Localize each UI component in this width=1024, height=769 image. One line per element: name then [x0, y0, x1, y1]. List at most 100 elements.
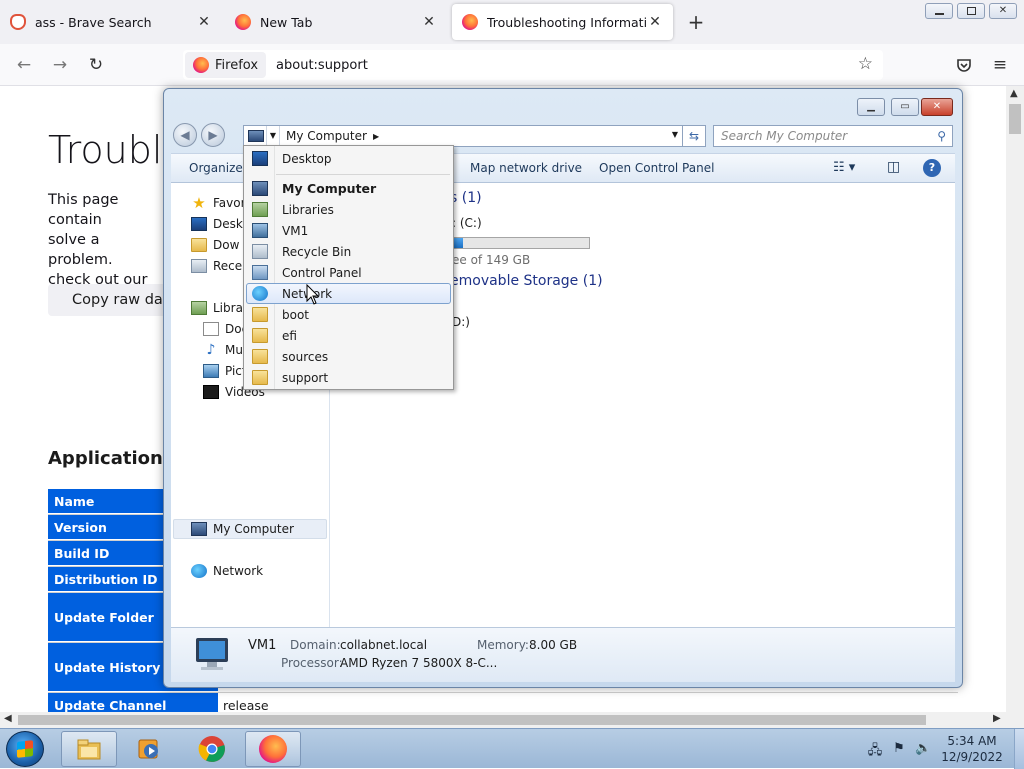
documents-icon: [203, 322, 219, 336]
taskbar-file-explorer[interactable]: [61, 731, 117, 767]
drive-c-label[interactable]: : (C:): [452, 216, 482, 230]
organize-button[interactable]: Organize: [189, 161, 243, 175]
back-icon[interactable]: ←: [12, 53, 36, 77]
vertical-scrollbar[interactable]: ▲: [1006, 86, 1024, 712]
nav-pictures[interactable]: Pict: [203, 361, 247, 381]
scroll-up-icon[interactable]: ▲: [1010, 88, 1018, 99]
dropdown-item-my-computer[interactable]: My Computer: [246, 178, 451, 199]
nav-label: Desk: [213, 217, 243, 231]
dropdown-item-desktop[interactable]: Desktop: [246, 148, 451, 169]
forward-icon[interactable]: ▶: [201, 123, 225, 147]
videos-icon: [203, 385, 219, 399]
nav-my-computer[interactable]: My Computer: [191, 519, 294, 539]
close-tab-icon[interactable]: ✕: [647, 14, 663, 30]
url-text[interactable]: about:support: [276, 58, 368, 73]
dropdown-item-boot[interactable]: boot: [246, 304, 451, 325]
close-tab-icon[interactable]: ✕: [196, 14, 212, 30]
identity-box[interactable]: Firefox: [185, 52, 267, 78]
dropdown-item-efi[interactable]: efi: [246, 325, 451, 346]
close-tab-icon[interactable]: ✕: [421, 14, 437, 30]
nav-recent[interactable]: Rece: [191, 256, 242, 276]
folder-icon: [252, 370, 268, 385]
dropdown-item-sources[interactable]: sources: [246, 346, 451, 367]
url-bar[interactable]: Firefox about:support ☆: [183, 50, 883, 80]
dropdown-item-recycle-bin[interactable]: Recycle Bin: [246, 241, 451, 262]
scroll-right-icon[interactable]: ▶: [993, 713, 1001, 724]
file-explorer-icon: [77, 739, 101, 760]
chevron-right-icon[interactable]: ▶: [373, 132, 379, 141]
chevron-down-icon[interactable]: ▼: [266, 126, 280, 146]
nav-desktop[interactable]: Desk: [191, 214, 243, 234]
processor-label: Processor:: [281, 656, 343, 670]
forward-icon[interactable]: →: [48, 53, 72, 77]
libraries-icon: [252, 202, 268, 217]
dropdown-item-vm1[interactable]: VM1: [246, 220, 451, 241]
scroll-thumb[interactable]: [18, 715, 926, 725]
copy-raw-data-button[interactable]: Copy raw dat: [48, 284, 178, 316]
search-icon[interactable]: ⚲: [937, 126, 946, 146]
volume-icon[interactable]: 🔈: [915, 741, 931, 757]
recent-places-icon: [191, 259, 207, 273]
domain-label: Domain:: [290, 638, 341, 652]
nav-label: My Computer: [213, 522, 294, 536]
nav-downloads[interactable]: Dow: [191, 235, 239, 255]
view-options-icon[interactable]: ☷ ▾: [833, 160, 855, 175]
item-label: Desktop: [282, 151, 332, 166]
search-input[interactable]: Search My Computer ⚲: [713, 125, 953, 147]
hard-disk-group-header[interactable]: s (1): [450, 190, 482, 206]
reload-icon[interactable]: ↻: [84, 53, 108, 77]
bookmark-star-icon[interactable]: ☆: [858, 54, 873, 74]
dropdown-item-libraries[interactable]: Libraries: [246, 199, 451, 220]
removable-storage-group-header[interactable]: emovable Storage (1): [450, 273, 603, 289]
nav-network[interactable]: Network: [191, 561, 263, 581]
address-history-dropdown-icon[interactable]: ▼: [672, 130, 678, 139]
music-icon: ♪: [206, 342, 216, 358]
action-center-flag-icon[interactable]: ⚑: [891, 741, 907, 757]
nav-documents[interactable]: Doc: [203, 319, 248, 339]
dropdown-item-support[interactable]: support: [246, 367, 451, 388]
map-network-drive-button[interactable]: Map network drive: [470, 161, 582, 175]
taskbar-firefox[interactable]: [245, 731, 301, 767]
horizontal-scrollbar[interactable]: ◀ ▶: [0, 712, 1024, 728]
memory-label: Memory:: [477, 638, 529, 652]
help-icon[interactable]: ?: [923, 159, 941, 177]
preview-pane-icon[interactable]: ◫: [887, 159, 900, 175]
tab-brave-search[interactable]: ass - Brave Search ✕: [0, 4, 222, 40]
scroll-left-icon[interactable]: ◀: [4, 713, 12, 724]
menu-separator: [276, 174, 450, 175]
back-icon[interactable]: ◀: [173, 123, 197, 147]
taskbar-media-player[interactable]: [121, 731, 177, 767]
drive-d-label[interactable]: D:): [452, 315, 470, 329]
pocket-icon[interactable]: [952, 53, 976, 77]
dropdown-item-control-panel[interactable]: Control Panel: [246, 262, 451, 283]
refresh-icon[interactable]: ⇆: [682, 125, 706, 147]
minimize-button[interactable]: [925, 3, 953, 19]
scroll-thumb[interactable]: [1009, 104, 1021, 134]
tab-new-tab[interactable]: New Tab ✕: [225, 4, 447, 40]
recycle-bin-icon: [252, 244, 268, 259]
nav-label: Rece: [213, 259, 243, 273]
address-location[interactable]: My Computer: [286, 129, 367, 143]
open-control-panel-button[interactable]: Open Control Panel: [599, 161, 714, 175]
computer-monitor-icon: [196, 638, 228, 670]
dropdown-item-network[interactable]: Network: [246, 283, 451, 304]
system-clock[interactable]: 5:34 AM 12/9/2022: [940, 733, 1004, 765]
tab-title: ass - Brave Search: [35, 14, 152, 30]
close-button[interactable]: ✕: [921, 98, 953, 116]
folder-icon: [252, 328, 268, 343]
show-desktop-button[interactable]: [1014, 729, 1024, 769]
nav-libraries[interactable]: Librar: [191, 298, 248, 318]
menu-icon[interactable]: ≡: [988, 53, 1012, 77]
nav-favorites[interactable]: ★ Favori: [191, 193, 249, 213]
start-button[interactable]: [6, 731, 44, 767]
tab-troubleshooting[interactable]: Troubleshooting Information ✕: [452, 4, 673, 40]
new-tab-button[interactable]: +: [686, 10, 706, 34]
network-icon: [191, 564, 207, 578]
restore-button[interactable]: [957, 3, 985, 19]
maximize-button[interactable]: ▭: [891, 98, 919, 116]
close-window-button[interactable]: ✕: [989, 3, 1017, 19]
address-bar[interactable]: ▼ My Computer ▶ ▼: [243, 125, 683, 147]
minimize-button[interactable]: ▁: [857, 98, 885, 116]
taskbar-chrome[interactable]: [184, 731, 240, 767]
network-tray-icon[interactable]: 🖧: [867, 741, 883, 758]
